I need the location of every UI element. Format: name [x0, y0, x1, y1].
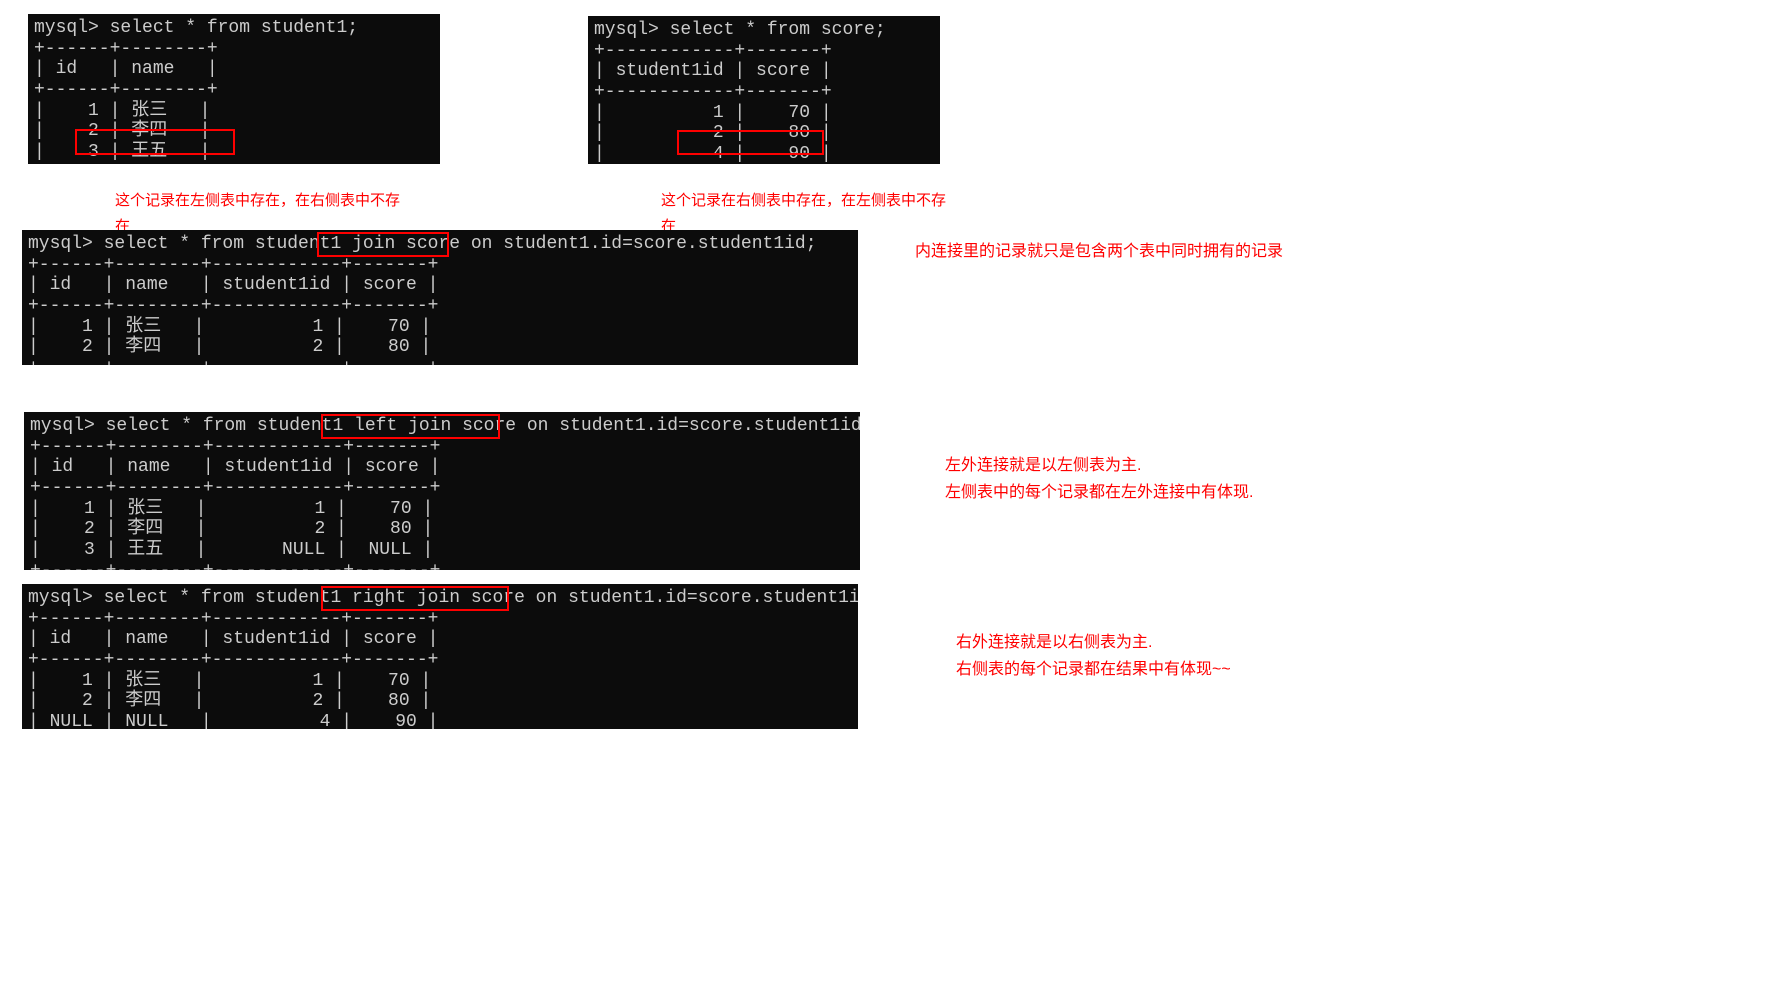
terminal-student1: mysql> select * from student1; +------+-…	[28, 14, 440, 164]
terminal-rightjoin: mysql> select * from student1 right join…	[22, 584, 858, 729]
annotation-left: 左外连接就是以左侧表为主. 左侧表中的每个记录都在左外连接中有体现.	[945, 452, 1253, 506]
terminal-innerjoin: mysql> select * from student1 join score…	[22, 230, 858, 365]
annotation-inner: 内连接里的记录就只是包含两个表中同时拥有的记录	[915, 238, 1283, 265]
terminal-leftjoin: mysql> select * from student1 left join …	[24, 412, 860, 570]
annotation-right: 右外连接就是以右侧表为主. 右侧表的每个记录都在结果中有体现~~	[956, 629, 1231, 683]
terminal-score: mysql> select * from score; +-----------…	[588, 16, 940, 164]
